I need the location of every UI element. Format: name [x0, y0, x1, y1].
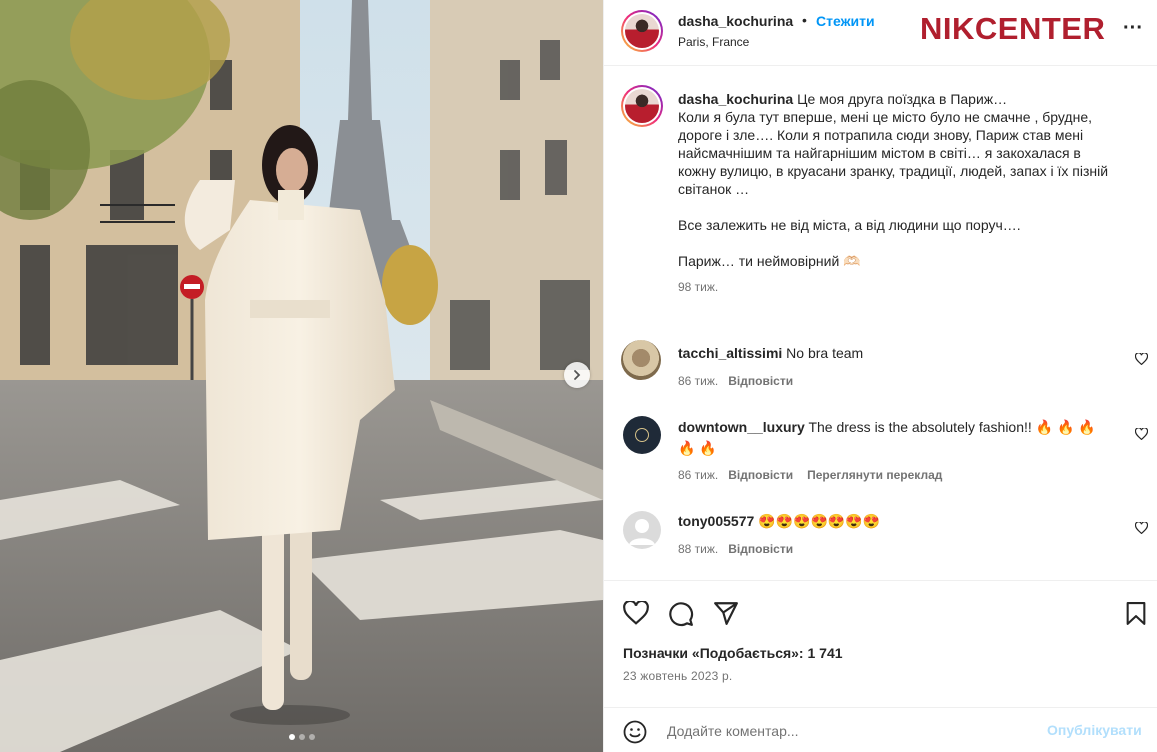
post-photo[interactable] — [0, 0, 603, 752]
comment-username[interactable]: downtown__luxury — [678, 419, 805, 435]
comment-body: tony005577 😍😍😍😍😍😍😍 — [678, 511, 1108, 532]
carousel-dots — [0, 734, 603, 740]
post-actions: Позначки «Подобається»: 1 741 23 жовтень… — [604, 580, 1157, 752]
caption-username[interactable]: dasha_kochurina — [678, 91, 793, 107]
author-username[interactable]: dasha_kochurina — [678, 13, 793, 29]
comment-time[interactable]: 88 тиж. — [678, 542, 718, 556]
photo-illustration — [0, 0, 603, 752]
comment-text: 😍😍😍😍😍😍😍 — [758, 513, 881, 529]
like-comment-heart-icon[interactable] — [1135, 522, 1148, 534]
share-icon[interactable] — [713, 601, 739, 625]
comment-item: tacchi_altissimi No bra team 86 тиж. Відп… — [604, 336, 1157, 396]
author-avatar[interactable] — [621, 10, 663, 52]
default-user-icon — [629, 519, 655, 545]
comment-body: tacchi_altissimi No bra team — [678, 343, 1108, 364]
reply-button[interactable]: Відповісти — [728, 542, 793, 556]
chevron-right-icon — [574, 370, 581, 380]
add-comment-bar: Опублікувати — [604, 707, 1157, 752]
carousel-next-button[interactable] — [564, 362, 590, 388]
comment-input[interactable] — [667, 720, 1027, 742]
comment-body: downtown__luxury The dress is the absolu… — [678, 417, 1108, 459]
caption-text: Це моя друга поїздка в Париж… Коли я бул… — [678, 91, 1109, 269]
heart-icon[interactable] — [623, 601, 649, 625]
comment-meta: 88 тиж. Відповісти — [678, 542, 793, 556]
like-comment-heart-icon[interactable] — [1135, 428, 1148, 440]
like-comment-heart-icon[interactable] — [1135, 353, 1148, 365]
more-options-icon[interactable]: ··· — [1123, 18, 1143, 38]
post-caption: dasha_kochurina Це моя друга поїздка в Па… — [678, 90, 1118, 296]
carousel-dot — [288, 734, 295, 740]
comment-icon[interactable] — [668, 601, 694, 627]
publish-button[interactable]: Опублікувати — [1047, 722, 1142, 738]
separator-dot: • — [802, 12, 807, 28]
reply-button[interactable]: Відповісти — [728, 374, 793, 388]
comment-username[interactable]: tony005577 — [678, 513, 754, 529]
emoji-icon[interactable] — [623, 720, 647, 744]
follow-button[interactable]: Стежити — [816, 13, 875, 29]
post-details-panel: dasha_kochurina • Стежити Paris, France … — [603, 0, 1157, 752]
comment-avatar[interactable] — [623, 511, 661, 549]
carousel-dot — [308, 734, 315, 740]
bookmark-icon[interactable] — [1125, 601, 1147, 626]
comment-avatar[interactable] — [621, 340, 661, 380]
comment-text: No bra team — [786, 345, 864, 361]
caption-avatar[interactable] — [621, 85, 663, 127]
comment-time[interactable]: 86 тиж. — [678, 468, 718, 482]
comment-avatar[interactable] — [623, 416, 661, 454]
brand-logo: NIKCENTER — [920, 11, 1106, 46]
caption-meta: 98 тиж. — [678, 278, 1118, 296]
comment-username[interactable]: tacchi_altissimi — [678, 345, 782, 361]
reply-button[interactable]: Відповісти — [728, 468, 793, 482]
comment-item: tony005577 😍😍😍😍😍😍😍 88 тиж. Відповісти — [604, 505, 1157, 565]
post-date: 23 жовтень 2023 р. — [623, 669, 733, 683]
carousel-dot — [298, 734, 305, 740]
comment-meta: 86 тиж. Відповісти — [678, 374, 793, 388]
comment-meta: 86 тиж. Відповісти Переглянути переклад — [678, 468, 942, 482]
post-location[interactable]: Paris, France — [678, 35, 749, 49]
post-header: dasha_kochurina • Стежити Paris, France … — [604, 0, 1157, 66]
see-translation-button[interactable]: Переглянути переклад — [807, 468, 942, 482]
comment-time[interactable]: 86 тиж. — [678, 374, 718, 388]
caption-time[interactable]: 98 тиж. — [678, 280, 718, 294]
comment-item: downtown__luxury The dress is the absolu… — [604, 410, 1157, 490]
likes-count[interactable]: Позначки «Подобається»: 1 741 — [623, 645, 843, 661]
